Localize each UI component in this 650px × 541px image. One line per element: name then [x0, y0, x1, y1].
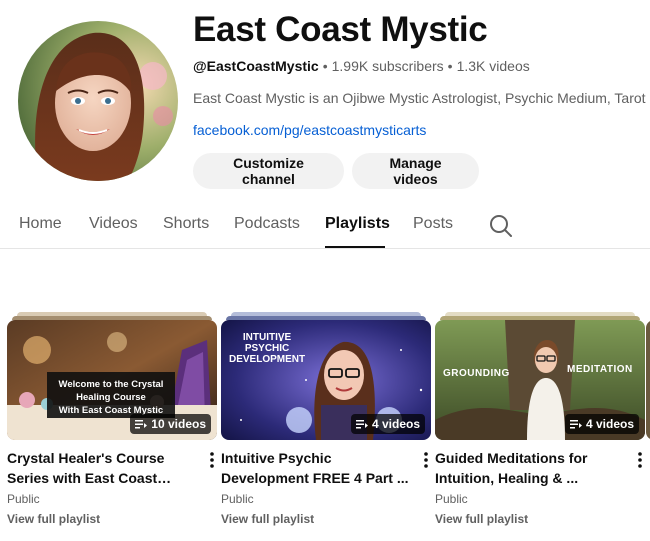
- overlay-line: PSYCHIC: [244, 343, 290, 354]
- subscriber-count: 1.99K subscribers: [331, 58, 444, 74]
- more-vert-icon[interactable]: [635, 450, 645, 470]
- tab-videos[interactable]: Videos: [89, 215, 138, 233]
- view-full-playlist-link[interactable]: View full playlist: [7, 512, 100, 526]
- playlist-thumbnail[interactable]: INTUITIVE PSYCHIC DEVELOPMENT 4 videos: [221, 320, 431, 440]
- playlist-visibility: Public: [435, 492, 468, 506]
- video-count-badge: 4 videos: [564, 414, 639, 434]
- channel-handle: @EastCoastMystic: [193, 58, 319, 74]
- playlist-visibility: Public: [7, 492, 40, 506]
- playlist-visibility: Public: [221, 492, 254, 506]
- meta-separator: •: [447, 58, 453, 74]
- video-count-badge: 10 videos: [130, 414, 211, 434]
- playlist-thumbnail[interactable]: Welcome to the Crystal Healing Course Wi…: [7, 320, 217, 440]
- view-full-playlist-link[interactable]: View full playlist: [435, 512, 528, 526]
- thumbnail-overlay-text: GROUNDING: [443, 368, 510, 379]
- playlist-title[interactable]: Guided Meditations for Intuition, Healin…: [435, 448, 631, 488]
- channel-external-link[interactable]: facebook.com/pg/eastcoastmysticarts: [193, 122, 426, 138]
- playlist-thumbnail[interactable]: GROUNDING MEDITATION 4 videos: [435, 320, 645, 440]
- overlay-line: Healing Course: [76, 392, 146, 403]
- thumbnail-overlay-text: INTUITIVE PSYCHIC DEVELOPMENT: [229, 332, 305, 365]
- overlay-line: DEVELOPMENT: [229, 354, 306, 365]
- playlist-title[interactable]: Crystal Healer's Course Series with East…: [7, 448, 203, 488]
- tab-podcasts[interactable]: Podcasts: [234, 215, 300, 233]
- overlay-line: Welcome to the Crystal: [58, 379, 164, 390]
- tab-home[interactable]: Home: [19, 215, 62, 233]
- channel-name: East Coast Mystic: [193, 10, 488, 49]
- video-count-badge: 4 videos: [350, 414, 425, 434]
- channel-meta: @EastCoastMystic • 1.99K subscribers • 1.3K …: [193, 58, 530, 74]
- more-vert-icon[interactable]: [207, 450, 217, 470]
- video-count-text: 10 videos: [151, 417, 206, 431]
- channel-avatar[interactable]: [18, 21, 178, 181]
- customize-channel-button[interactable]: Customize channel: [193, 153, 344, 189]
- playlist-title[interactable]: Intuitive Psychic Development FREE 4 Par…: [221, 448, 417, 488]
- video-count-text: 4 videos: [585, 417, 634, 431]
- video-count-text: 4 videos: [371, 417, 420, 431]
- next-playlist-peek: [646, 320, 650, 440]
- playlist-icon: [569, 420, 582, 429]
- search-icon[interactable]: [488, 213, 514, 239]
- channel-tabs: Home Videos Shorts Podcasts Playlists Po…: [0, 200, 650, 249]
- tab-posts[interactable]: Posts: [413, 215, 453, 233]
- view-full-playlist-link[interactable]: View full playlist: [221, 512, 314, 526]
- playlist-icon: [135, 420, 148, 429]
- more-vert-icon[interactable]: [421, 450, 431, 470]
- manage-videos-button[interactable]: Manage videos: [352, 153, 479, 189]
- thumbnail-overlay-text: MEDITATION: [567, 364, 633, 375]
- tab-playlists[interactable]: Playlists: [325, 215, 390, 233]
- tab-shorts[interactable]: Shorts: [163, 215, 209, 233]
- channel-description[interactable]: East Coast Mystic is an Ojibwe Mystic As…: [193, 90, 650, 106]
- thumbnail-overlay-text: Welcome to the Crystal Healing Course Wi…: [47, 378, 175, 417]
- active-tab-indicator: [325, 246, 385, 248]
- meta-separator: •: [322, 58, 328, 74]
- video-count: 1.3K videos: [456, 58, 530, 74]
- playlist-icon: [355, 420, 368, 429]
- overlay-line: INTUITIVE: [242, 332, 292, 343]
